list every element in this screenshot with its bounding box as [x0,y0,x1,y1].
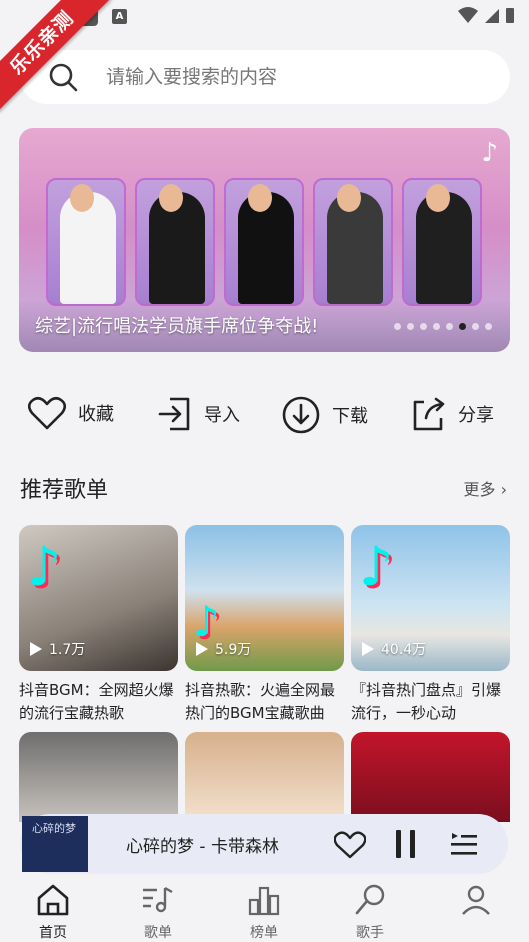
download-icon [282,396,320,434]
carousel-dot[interactable] [394,323,401,330]
playlist-card[interactable]: ♪ 5.9万 抖音热歌：火遍全网最热门的BGM宝藏歌曲 [185,525,344,725]
favorite-label: 收藏 [78,404,114,425]
nav-mine[interactable] [446,884,506,922]
carousel-dots [394,323,492,330]
search-icon[interactable] [48,62,78,92]
chevron-right-icon: › [500,480,507,499]
carousel-dot[interactable] [420,323,427,330]
singer-icon [355,884,385,915]
playlist-cover [185,732,344,822]
more-label: 更多 [463,480,496,499]
play-count: 40.4万 [361,639,426,659]
more-link[interactable]: 更多 › [463,476,507,500]
quick-actions: 收藏 导入 下载 分享 [0,396,529,442]
song-icon [143,886,173,913]
play-icon [362,642,374,656]
banner-performer-1 [46,178,126,306]
play-icon [196,642,208,656]
search-input[interactable] [106,66,466,88]
bottom-nav: 首页 歌单 榜单 歌手 [0,880,529,942]
carousel-dot[interactable] [485,323,492,330]
nav-singers[interactable]: 歌手 [340,884,400,942]
nav-playlists[interactable]: 歌单 [128,884,188,942]
nav-home[interactable]: 首页 [23,884,83,942]
carousel-dot[interactable] [472,323,479,330]
banner-carousel[interactable]: ♪ 综艺|流行唱法学员旗手席位争夺战! [19,128,510,352]
playlist-cover: ♪ 5.9万 [185,525,344,671]
playlist-title: 『抖音热门盘点』引爆流行，一秒心动 [351,681,502,722]
playlist-cover [19,732,178,822]
tiktok-logo-icon: ♪ [359,535,394,598]
like-icon[interactable] [334,831,366,859]
share-label: 分享 [458,405,494,426]
pause-icon[interactable] [394,829,418,859]
carousel-dot[interactable] [407,323,414,330]
banner-caption: 综艺|流行唱法学员旗手席位争夺战! [35,316,319,337]
tiktok-logo-icon: ♪ [27,535,62,598]
section-title: 推荐歌单 [20,478,109,503]
carousel-dot[interactable] [459,323,466,330]
carousel-dot[interactable] [446,323,453,330]
playlist-card[interactable]: ♪ 40.4万 『抖音热门盘点』引爆流行，一秒心动 [351,525,510,725]
playlist-card[interactable] [185,732,344,822]
signal-icon [485,9,499,23]
download-button[interactable]: 下载 [282,396,368,434]
playlist-cover: ♪ 1.7万 [19,525,178,671]
import-icon [158,397,190,431]
banner-performer-2 [135,178,215,306]
import-label: 导入 [204,405,240,426]
playlist-queue-icon[interactable] [450,830,478,858]
music-note-icon: ♪ [481,138,498,168]
share-button[interactable]: 分享 [410,396,494,432]
mini-player[interactable]: 心碎的梦 心碎的梦 - 卡带森林 [20,814,508,874]
import-button[interactable]: 导入 [158,396,240,432]
download-label: 下载 [332,406,368,427]
share-icon [413,397,445,431]
playlist-cover [351,732,510,822]
home-icon [37,884,69,916]
favorite-button[interactable]: 收藏 [28,396,114,430]
playlist-cover: ♪ 40.4万 [351,525,510,671]
status-icons [457,6,515,24]
playlist-title: 抖音热歌：火遍全网最热门的BGM宝藏歌曲 [185,681,336,722]
a-notification-icon: A [112,9,127,24]
banner-performer-3 [224,178,304,306]
playlist-card[interactable] [19,732,178,822]
nav-charts[interactable]: 榜单 [234,884,294,942]
search-bar[interactable] [20,50,510,104]
battery-icon [506,8,514,23]
playlist-card[interactable] [351,732,510,822]
playlist-title: 抖音BGM：全网超火爆的流行宝藏热歌 [19,681,174,722]
play-count: 5.9万 [195,639,251,659]
cover-text: 心碎的梦 [32,822,76,835]
banner-performer-5 [402,178,482,306]
wifi-icon [458,7,478,23]
chart-icon [248,886,280,916]
carousel-dot[interactable] [433,323,440,330]
heart-icon [28,396,66,430]
mine-icon [462,885,490,915]
play-icon [30,642,42,656]
now-playing-title: 心碎的梦 - 卡带森林 [126,837,279,857]
play-count: 1.7万 [29,639,85,659]
playlist-card[interactable]: ♪ 1.7万 抖音BGM：全网超火爆的流行宝藏热歌 [19,525,178,725]
banner-performer-4 [313,178,393,306]
player-cover: 心碎的梦 [22,816,88,872]
